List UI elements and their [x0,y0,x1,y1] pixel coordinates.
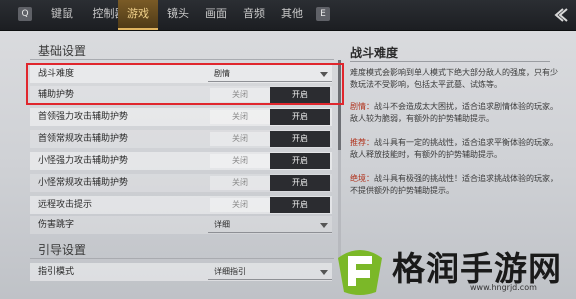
chevron-down-icon [320,223,328,228]
tab-game[interactable]: 游戏 [118,0,158,30]
setting-label: 指引模式 [38,267,75,277]
setting-label: 伤害跳字 [38,220,75,230]
setting-label: 小怪常规攻击辅助护势 [38,178,129,188]
setting-label: 小怪强力攻击辅助护势 [38,156,129,166]
description-item-extreme: 绝境：战斗具有极强的挑战性！适合追求挑战体验的玩家，不提供额外的护势辅助提示。 [350,173,558,197]
off-option[interactable]: 关闭 [210,154,270,168]
dropdown-value: 详细 [214,220,230,229]
tab-camera[interactable]: 镜头 [158,0,198,30]
tab-other[interactable]: 其他 [272,0,312,30]
setting-row-boss-strong-attack-assist[interactable]: 首领强力攻击辅助护势 关闭 开启 [30,108,332,126]
back-arrow-icon[interactable] [550,5,570,25]
description-divider [350,61,550,62]
section-divider [30,258,334,259]
on-option[interactable]: 开启 [270,109,330,125]
tab-graphics[interactable]: 画面 [196,0,236,30]
off-option[interactable]: 关闭 [210,132,270,146]
on-option[interactable]: 开启 [270,175,330,191]
on-option[interactable]: 开启 [270,197,330,213]
basic-settings-title: 基础设置 [38,44,87,58]
description-intro: 难度模式会影响到单人模式下绝大部分敌人的强度，只有少数玩法不受影响，包括太平武墓… [350,68,558,89]
description-item-key: 推荐： [350,138,374,147]
setting-row-damage-numbers[interactable]: 伤害跳字 详细 [30,216,332,234]
setting-row-ranged-attack-hint[interactable]: 远程攻击提示 关闭 开启 [30,196,332,214]
description-item-recommended: 推荐：战斗具有一定的挑战性，适合追求平衡体验的玩家。敌人释放技能时，有额外的护势… [350,137,558,161]
prev-tab-key-hint[interactable]: Q [18,7,32,21]
setting-label: 远程攻击提示 [38,200,93,210]
setting-row-minion-strong-attack-assist[interactable]: 小怪强力攻击辅助护势 关闭 开启 [30,152,332,170]
watermark-logo-icon [338,250,382,295]
on-option[interactable]: 开启 [270,153,330,169]
setting-row-guide-mode[interactable]: 指引模式 详细指引 [30,263,332,281]
dropdown-value: 详细指引 [214,267,246,276]
off-option[interactable]: 关闭 [210,110,270,124]
on-option[interactable]: 开启 [270,131,330,147]
description-item-story: 剧情：战斗不会造成太大困扰，适合追求剧情体验的玩家。敌人较为脆弱，有额外的护势辅… [350,101,558,125]
red-highlight-box [26,63,344,105]
description-item-key: 绝境： [350,174,374,183]
watermark-url: www.hngrjd.com [470,283,537,292]
description-item-text: 战斗具有极强的挑战性！适合追求挑战体验的玩家，不提供额外的护势辅助提示。 [350,174,558,195]
damage-numbers-dropdown[interactable]: 详细 [208,218,332,233]
description-item-key: 剧情： [350,102,374,111]
next-tab-key-hint[interactable]: E [316,7,330,21]
description-item-text: 战斗具有一定的挑战性，适合追求平衡体验的玩家。敌人释放技能时，有额外的护势辅助提… [350,138,558,159]
setting-label: 首领强力攻击辅助护势 [38,112,129,122]
section-divider [30,59,334,60]
setting-row-minion-normal-attack-assist[interactable]: 小怪常规攻击辅助护势 关闭 开启 [30,174,332,192]
tab-audio[interactable]: 音频 [234,0,274,30]
setting-label: 首领常规攻击辅助护势 [38,134,129,144]
chevron-down-icon [320,270,328,275]
off-option[interactable]: 关闭 [210,198,270,212]
top-navigation-bar: Q 键鼠 控制器 游戏 镜头 画面 音频 其他 E [0,0,576,31]
setting-row-boss-normal-attack-assist[interactable]: 首领常规攻击辅助护势 关闭 开启 [30,130,332,148]
off-option[interactable]: 关闭 [210,176,270,190]
guide-settings-title: 引导设置 [38,243,87,257]
description-item-text: 战斗不会造成太大困扰，适合追求剧情体验的玩家。敌人较为脆弱，有额外的护势辅助提示… [350,102,558,123]
description-title: 战斗难度 [350,46,399,60]
guide-mode-dropdown[interactable]: 详细指引 [208,265,332,280]
tab-keyboard-mouse[interactable]: 键鼠 [40,0,84,30]
